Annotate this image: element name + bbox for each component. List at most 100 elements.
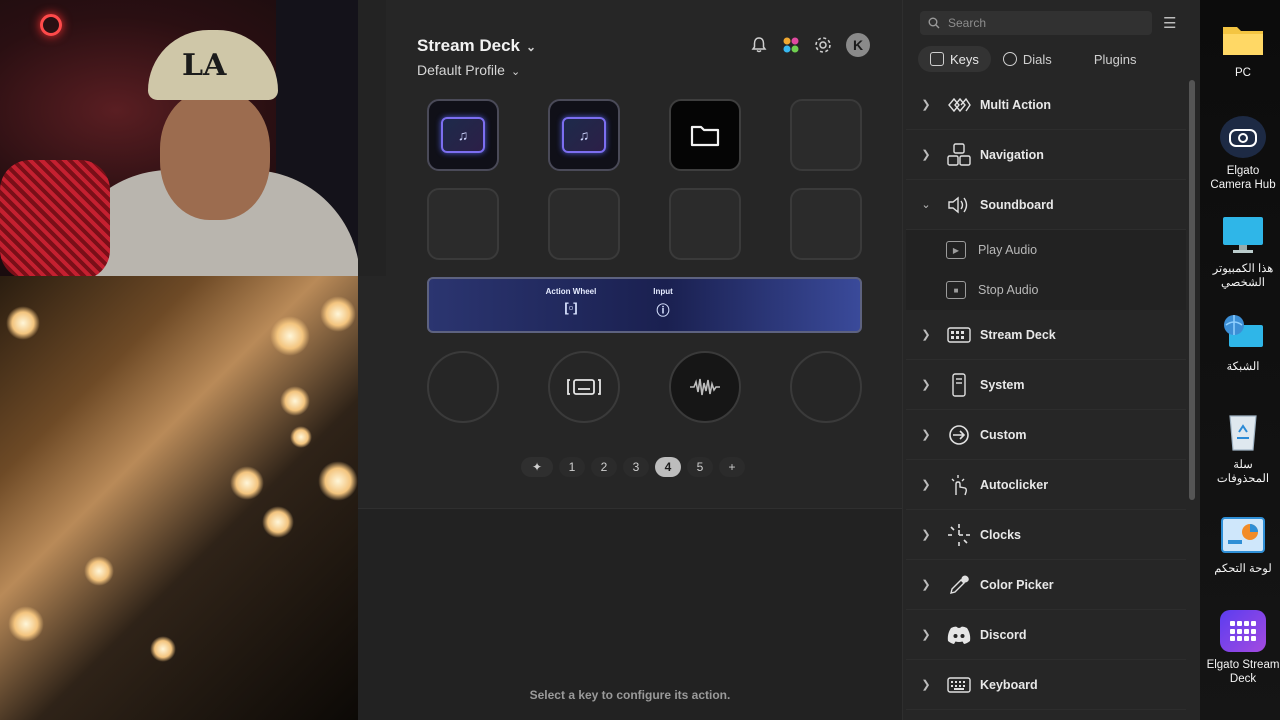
category-discord[interactable]: ❯ Discord <box>906 610 1186 660</box>
category-system[interactable]: ❯ System <box>906 360 1186 410</box>
touch-strip[interactable]: Action Wheel [▫] Input ⓘ <box>427 277 862 333</box>
chevron-down-icon: ⌄ <box>526 40 537 54</box>
page-3[interactable]: 3 <box>623 457 649 477</box>
recycle-bin-icon <box>1220 410 1266 452</box>
discord-icon <box>946 623 972 647</box>
action-stop-audio[interactable]: ■ Stop Audio <box>906 270 1186 310</box>
category-keyboard[interactable]: ❯ Keyboard <box>906 660 1186 710</box>
pin-icon[interactable]: ✦ <box>521 457 553 477</box>
key-1-1[interactable]: ♫ <box>427 99 499 171</box>
tab-label: Plugins <box>1093 51 1137 67</box>
category-clocks[interactable]: ❯ Clocks <box>906 510 1186 560</box>
search-placeholder: Search <box>948 16 987 30</box>
bokeh-light <box>270 316 310 356</box>
key-1-3[interactable] <box>669 99 741 171</box>
dial-3[interactable] <box>669 351 741 423</box>
panel-scrollbar[interactable] <box>1189 80 1195 500</box>
desktop-icon-camera-hub[interactable]: Elgato Camera Hub <box>1206 116 1280 192</box>
search-input[interactable]: Search <box>920 11 1152 35</box>
autoclicker-icon <box>946 473 972 497</box>
category-label: Navigation <box>980 147 1044 162</box>
page-5[interactable]: 5 <box>687 457 713 477</box>
dials-icon <box>1002 52 1017 66</box>
marketplace-icon[interactable] <box>780 34 802 56</box>
page-4[interactable]: 4 <box>655 457 681 477</box>
desktop-icon-label: هذا الكمبيوتر الشخصي <box>1212 263 1274 289</box>
tab-keys[interactable]: Keys <box>918 46 991 72</box>
key-2-4[interactable] <box>790 188 862 260</box>
list-view-icon[interactable]: ☰ <box>1163 14 1176 32</box>
desktop-icon-label: لوحة التحكم <box>1214 563 1272 575</box>
tab-dials[interactable]: Dials <box>991 46 1064 72</box>
desktop-icon-network[interactable]: الشبكة <box>1206 312 1280 374</box>
action-play-audio[interactable]: ▶ Play Audio <box>906 230 1186 270</box>
keyboard-icon <box>946 673 972 697</box>
bell-icon[interactable] <box>748 34 770 56</box>
category-soundboard[interactable]: ⌄ Soundboard <box>906 180 1186 230</box>
category-label: Autoclicker <box>980 477 1049 492</box>
bokeh-light <box>280 386 310 416</box>
dial-1[interactable] <box>427 351 499 423</box>
desktop-icon-stream-deck[interactable]: Elgato Stream Deck <box>1206 610 1280 686</box>
navigation-icon <box>946 142 972 167</box>
desktop-icon-label: سلة المحذوفات <box>1216 459 1270 485</box>
desktop-icon-label: PC <box>1235 67 1251 79</box>
webcam-overlay: LA <box>0 0 386 276</box>
category-stream-deck[interactable]: ❯ Stream Deck <box>906 310 1186 360</box>
camera-hub-icon <box>1220 116 1266 158</box>
page-2[interactable]: 2 <box>591 457 617 477</box>
desktop-icon-label: الشبكة <box>1226 361 1260 373</box>
touch-segment-action-wheel[interactable]: Action Wheel [▫] <box>541 287 601 315</box>
key-2-1[interactable] <box>427 188 499 260</box>
gear-icon[interactable] <box>812 34 834 56</box>
category-multi-action[interactable]: ❯ Multi Action <box>906 80 1186 130</box>
category-label: Custom <box>980 427 1027 442</box>
category-navigation[interactable]: ❯ Navigation <box>906 130 1186 180</box>
chevron-down-icon: ⌄ <box>510 66 521 78</box>
bokeh-light <box>8 606 44 642</box>
system-icon <box>946 372 972 397</box>
dial-2[interactable] <box>548 351 620 423</box>
add-page-button[interactable]: + <box>719 457 745 477</box>
action-wheel-icon <box>567 379 601 395</box>
category-color-picker[interactable]: ❯ Color Picker <box>906 560 1186 610</box>
play-audio-icon: ▶ <box>946 241 966 259</box>
control-panel-icon <box>1220 514 1266 556</box>
category-custom[interactable]: ❯ Custom <box>906 410 1186 460</box>
network-icon <box>1220 312 1266 354</box>
touch-segment-input[interactable]: Input ⓘ <box>643 287 683 319</box>
background-wallpaper <box>0 276 358 720</box>
action-wheel-icon: [▫] <box>564 300 578 315</box>
desktop-icon-this-pc[interactable]: هذا الكمبيوتر الشخصي <box>1206 214 1280 290</box>
bokeh-light <box>290 426 312 448</box>
bokeh-light <box>150 636 176 662</box>
tab-plugins[interactable]: Plugins <box>1082 46 1149 72</box>
profile-selector[interactable]: Default Profile ⌄ <box>417 62 520 78</box>
page-1[interactable]: 1 <box>559 457 585 477</box>
key-1-2[interactable]: ♫ <box>548 99 620 171</box>
chevron-right-icon: ❯ <box>921 529 931 541</box>
desktop-icon-control-panel[interactable]: لوحة التحكم <box>1206 514 1280 576</box>
monitor-icon <box>1220 214 1266 256</box>
stream-deck-icon <box>946 323 972 347</box>
key-1-4[interactable] <box>790 99 862 171</box>
key-2-3[interactable] <box>669 188 741 260</box>
dial-4[interactable] <box>790 351 862 423</box>
bokeh-light <box>84 556 114 586</box>
desktop-icon-label: Elgato Camera Hub <box>1210 165 1276 191</box>
bokeh-light <box>320 296 356 332</box>
waveform-icon <box>690 378 720 396</box>
page-navigator: ✦ 1 2 3 4 5 + <box>521 457 745 477</box>
category-autoclicker[interactable]: ❯ Autoclicker <box>906 460 1186 510</box>
desktop-icon-pc[interactable]: PC <box>1206 18 1280 80</box>
category-label: Multi Action <box>980 97 1052 112</box>
multi-action-icon <box>946 93 972 117</box>
streamer-face <box>160 90 270 220</box>
search-icon <box>928 17 940 29</box>
avatar[interactable]: K <box>846 33 870 57</box>
category-label: Keyboard <box>980 677 1038 692</box>
folder-icon <box>690 125 720 147</box>
desktop-icon-recycle-bin[interactable]: سلة المحذوفات <box>1206 410 1280 486</box>
device-selector[interactable]: Stream Deck ⌄ <box>417 36 536 56</box>
key-2-2[interactable] <box>548 188 620 260</box>
